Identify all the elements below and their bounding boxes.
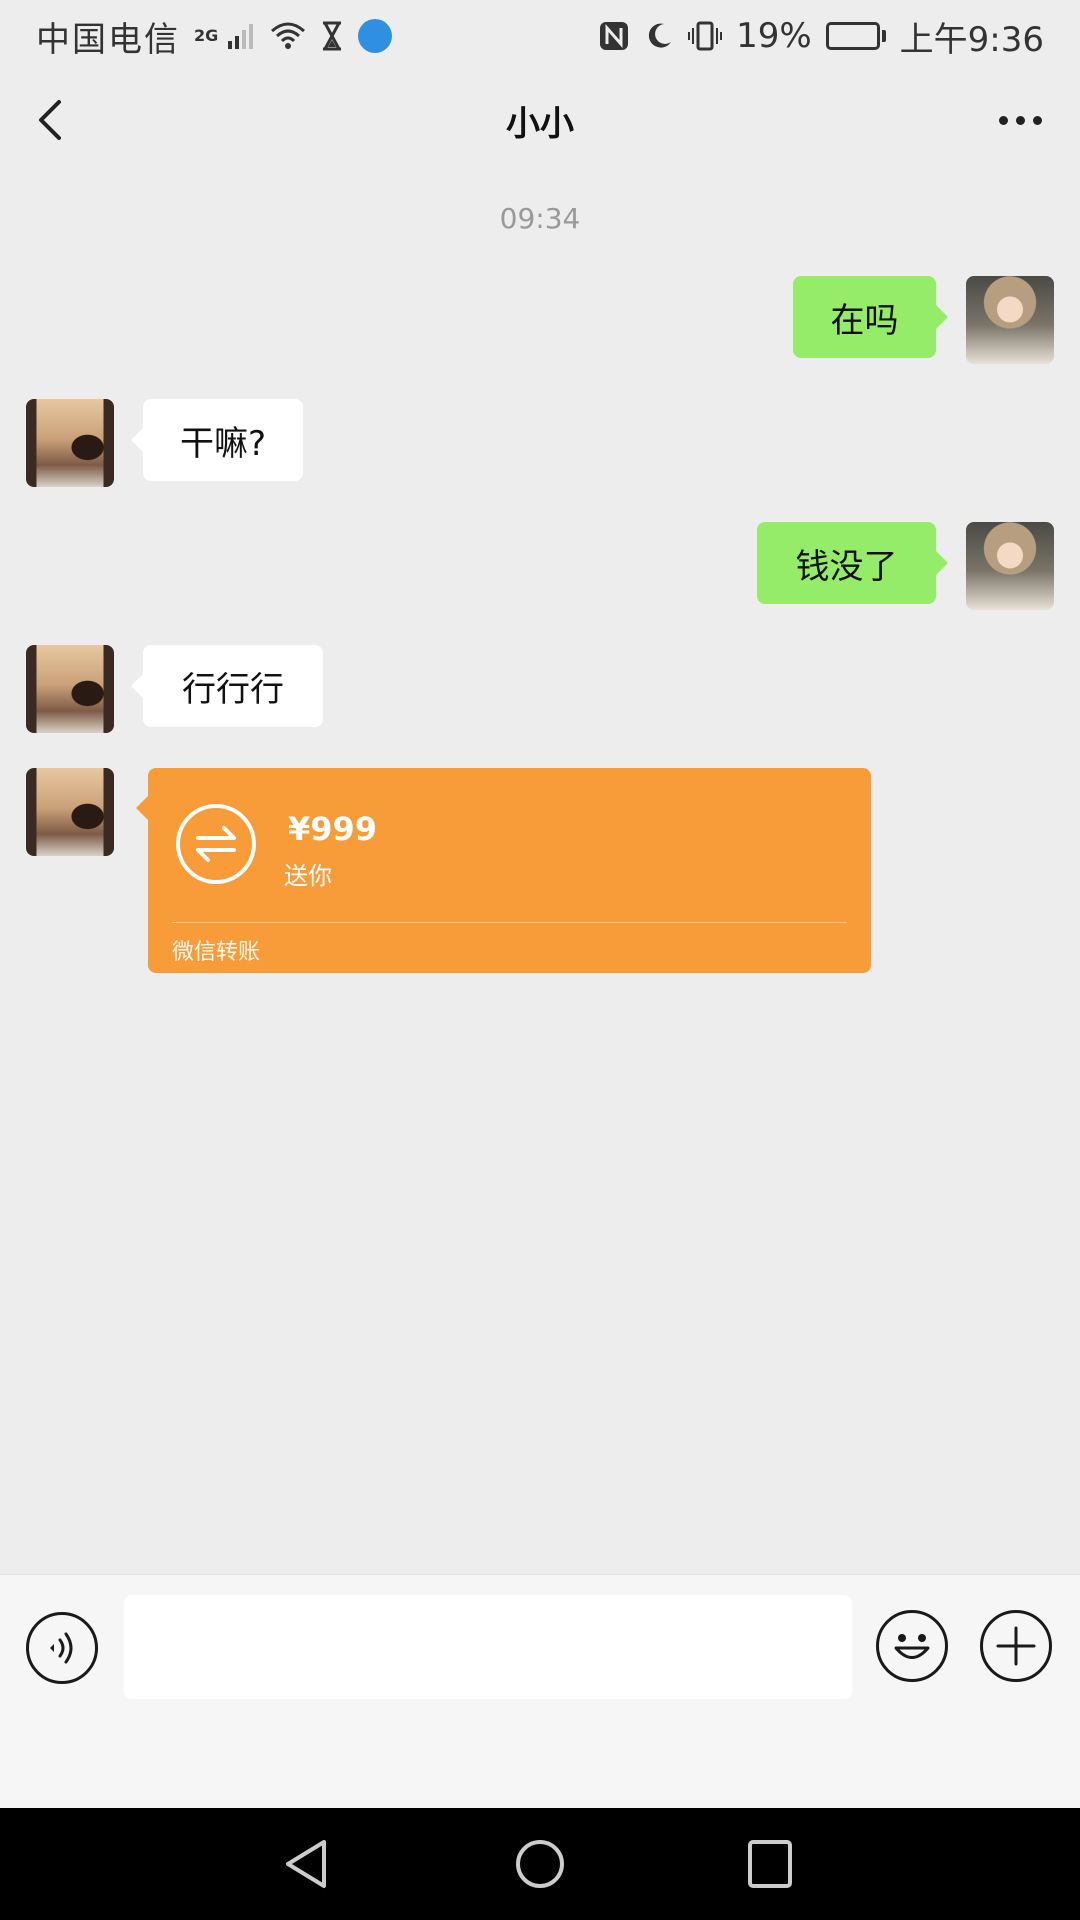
message-bubble-sent[interactable]: 钱没了	[757, 522, 948, 604]
battery-icon	[825, 22, 886, 50]
plus-icon	[996, 1626, 1036, 1666]
status-bar: 中国电信 2G 19% 上午9:36	[0, 0, 1080, 72]
transfer-card[interactable]: ¥999 送你 微信转账	[136, 768, 871, 973]
system-navigation-bar	[0, 1808, 1080, 1920]
voice-icon	[50, 1632, 73, 1664]
network-type: 2G	[194, 25, 219, 45]
message-text: 干嘛?	[179, 423, 267, 464]
battery-percent: 19%	[736, 16, 812, 56]
triangle-back-icon	[286, 1840, 326, 1888]
signal-icon	[226, 21, 256, 51]
input-bar	[0, 1574, 1080, 1808]
chat-title: 小小	[506, 104, 574, 144]
square-recents-icon	[748, 1840, 792, 1888]
more-actions-button[interactable]	[980, 1610, 1052, 1682]
transfer-amount: ¥999	[288, 810, 378, 848]
emoji-icon	[894, 1634, 930, 1659]
vibrate-icon	[688, 20, 723, 52]
voice-button[interactable]	[26, 1612, 98, 1684]
message-text: 在吗	[830, 300, 899, 341]
globe-icon	[358, 19, 393, 53]
status-bar-right: 19% 上午9:36	[598, 12, 1044, 61]
contact-avatar[interactable]	[26, 399, 114, 487]
wifi-icon	[270, 21, 306, 51]
more-dots-icon	[998, 115, 1042, 125]
message-bubble-received[interactable]: 干嘛?	[131, 399, 303, 481]
hourglass-icon	[320, 21, 344, 51]
message-bubble-sent[interactable]: 在吗	[793, 276, 948, 358]
message-text: 钱没了	[795, 546, 898, 587]
transfer-arrows-icon	[176, 804, 256, 884]
transfer-note: 送你	[284, 862, 332, 890]
chat-header: 小小	[0, 72, 1080, 168]
nfc-icon	[598, 20, 630, 52]
system-home-button[interactable]	[510, 1836, 570, 1892]
contact-avatar[interactable]	[26, 645, 114, 733]
message-timestamp: 09:34	[499, 202, 581, 235]
circle-home-icon	[516, 1840, 564, 1888]
message-text: 行行行	[182, 669, 284, 710]
my-avatar[interactable]	[966, 276, 1054, 364]
system-recents-button[interactable]	[740, 1836, 800, 1892]
transfer-divider	[172, 922, 847, 923]
carrier-name: 中国电信	[36, 19, 180, 60]
message-input[interactable]	[124, 1595, 852, 1699]
transfer-label: 微信转账	[172, 940, 261, 965]
status-time: 上午9:36	[899, 19, 1044, 60]
message-bubble-received[interactable]: 行行行	[131, 645, 323, 727]
more-options-button[interactable]	[984, 92, 1056, 148]
moon-icon	[644, 21, 674, 51]
system-back-button[interactable]	[278, 1836, 338, 1892]
emoji-button[interactable]	[876, 1610, 948, 1682]
my-avatar[interactable]	[966, 522, 1054, 610]
status-bar-left: 中国电信 2G	[36, 12, 393, 61]
contact-avatar[interactable]	[26, 768, 114, 856]
